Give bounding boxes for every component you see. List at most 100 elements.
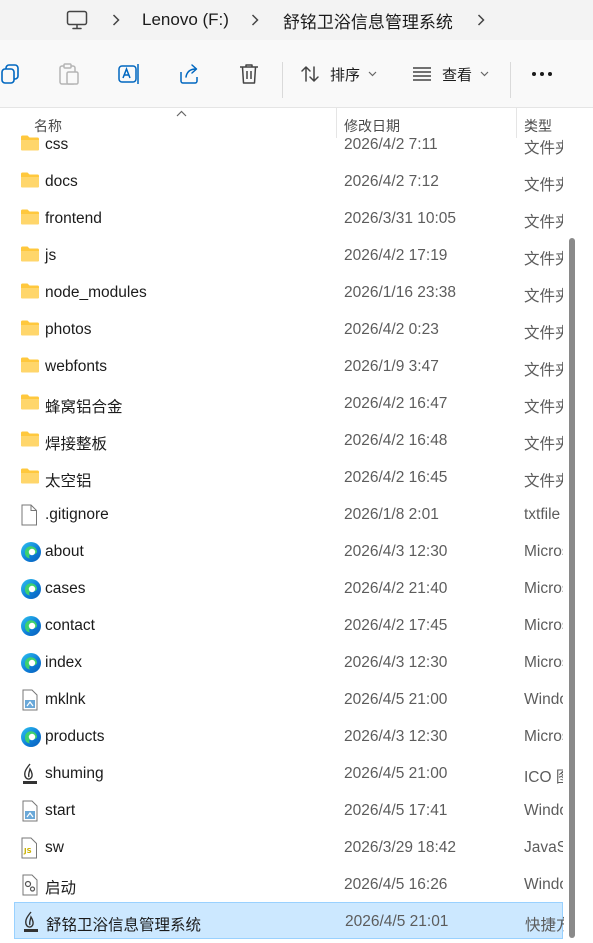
settings-file-icon xyxy=(20,874,40,896)
file-name: 舒铭卫浴信息管理系统 xyxy=(46,917,202,934)
file-row[interactable]: cases 2026/4/2 21:40 Microsoft xyxy=(14,570,563,607)
file-name: contact xyxy=(45,617,95,634)
javascript-file-icon: JS xyxy=(20,837,40,859)
folder-icon xyxy=(20,282,40,302)
file-name: js xyxy=(45,247,57,264)
share-button[interactable] xyxy=(174,54,204,94)
sort-button[interactable]: 排序 xyxy=(300,54,382,94)
file-row[interactable]: .gitignore 2026/1/8 2:01 txtfile xyxy=(14,496,563,533)
file-type: 文件夹 xyxy=(524,214,563,231)
file-date: 2026/4/3 12:30 xyxy=(344,543,448,560)
file-name: 蜂窝铝合金 xyxy=(45,399,123,416)
command-bar: 排序 查看 xyxy=(0,40,593,108)
file-row[interactable]: node_modules 2026/1/16 23:38 文件夹 xyxy=(14,274,563,311)
edge-browser-icon xyxy=(20,615,41,636)
folder-icon xyxy=(20,171,40,191)
file-date: 2026/4/2 21:40 xyxy=(344,580,448,597)
chevron-right-icon[interactable] xyxy=(251,14,261,26)
svg-text:JS: JS xyxy=(23,847,32,855)
edge-browser-icon xyxy=(20,652,41,673)
file-date: 2026/4/2 17:45 xyxy=(344,617,448,634)
breadcrumb-drive[interactable]: Lenovo (F:) xyxy=(142,10,229,30)
file-type: Windows xyxy=(524,691,563,708)
file-date: 2026/4/2 16:45 xyxy=(344,469,448,486)
file-name: docs xyxy=(45,173,78,190)
file-type: Microsoft xyxy=(524,580,563,597)
chevron-right-icon[interactable] xyxy=(477,14,487,26)
chevron-right-icon[interactable] xyxy=(112,14,122,26)
breadcrumb: Lenovo (F:) 舒铭卫浴信息管理系统 xyxy=(48,0,487,40)
rename-button[interactable] xyxy=(114,54,144,94)
file-row[interactable]: 蜂窝铝合金 2026/4/2 16:47 文件夹 xyxy=(14,385,563,422)
file-date: 2026/4/5 16:26 xyxy=(344,876,448,893)
file-type: Windows xyxy=(524,876,563,893)
view-button[interactable]: 查看 xyxy=(412,54,494,94)
file-type: Microsoft xyxy=(524,728,563,745)
file-row[interactable]: start 2026/4/5 17:41 Windows xyxy=(14,792,563,829)
file-date: 2026/3/31 10:05 xyxy=(344,210,457,227)
file-row[interactable]: shuming 2026/4/5 21:00 ICO 图片 xyxy=(14,755,563,792)
file-date: 2026/4/5 21:01 xyxy=(345,913,449,930)
folder-icon xyxy=(20,208,40,228)
app-logo-icon xyxy=(20,763,40,784)
this-pc-icon[interactable] xyxy=(66,10,88,30)
paste-button[interactable] xyxy=(54,54,84,94)
sort-ascending-icon xyxy=(176,104,187,122)
file-row[interactable]: frontend 2026/3/31 10:05 文件夹 xyxy=(14,200,563,237)
app-logo-icon xyxy=(21,911,41,932)
file-name: webfonts xyxy=(45,358,108,375)
file-row[interactable]: about 2026/4/3 12:30 Microsoft xyxy=(14,533,563,570)
chevron-down-icon xyxy=(480,71,489,77)
file-row[interactable]: 启动 2026/4/5 16:26 Windows xyxy=(14,866,563,903)
file-row[interactable]: 太空铝 2026/4/2 16:45 文件夹 xyxy=(14,459,563,496)
file-row[interactable]: js 2026/4/2 17:19 文件夹 xyxy=(14,237,563,274)
file-row[interactable]: 焊接整板 2026/4/2 16:48 文件夹 xyxy=(14,422,563,459)
edge-browser-icon xyxy=(20,541,41,562)
file-row[interactable]: JS sw 2026/3/29 18:42 JavaScript xyxy=(14,829,563,866)
file-row[interactable]: 舒铭卫浴信息管理系统 2026/4/5 21:01 快捷方式 xyxy=(14,902,564,939)
file-date: 2026/4/3 12:30 xyxy=(344,654,448,671)
file-type: 文件夹 xyxy=(524,399,563,416)
scrollbar-thumb[interactable] xyxy=(569,238,575,938)
more-button[interactable] xyxy=(528,54,556,94)
file-row[interactable]: photos 2026/4/2 0:23 文件夹 xyxy=(14,311,563,348)
script-file-icon xyxy=(20,800,40,822)
file-type: 文件夹 xyxy=(524,473,563,490)
file-row[interactable]: docs 2026/4/2 7:12 文件夹 xyxy=(14,163,563,200)
file-type: 文件夹 xyxy=(524,177,563,194)
file-date: 2026/4/3 12:30 xyxy=(344,728,448,745)
file-name: mklnk xyxy=(45,691,86,708)
file-name: 启动 xyxy=(45,880,77,897)
file-row[interactable]: webfonts 2026/1/9 3:47 文件夹 xyxy=(14,348,563,385)
breadcrumb-folder[interactable]: 舒铭卫浴信息管理系统 xyxy=(283,8,453,33)
file-date: 2026/4/5 21:00 xyxy=(344,765,448,782)
file-date: 2026/4/2 17:19 xyxy=(344,247,448,264)
file-row[interactable]: products 2026/4/3 12:30 Microsoft xyxy=(14,718,563,755)
file-type: 文件夹 xyxy=(524,325,563,342)
file-type: Microsoft xyxy=(524,617,563,634)
file-date: 2026/4/2 16:47 xyxy=(344,395,448,412)
file-row[interactable]: mklnk 2026/4/5 21:00 Windows xyxy=(14,681,563,718)
file-name: cases xyxy=(45,580,86,597)
script-file-icon xyxy=(20,689,40,711)
file-name: shuming xyxy=(45,765,104,782)
file-name: products xyxy=(45,728,105,745)
file-type: JavaScript xyxy=(524,839,563,856)
delete-button[interactable] xyxy=(234,54,264,94)
file-type: Microsoft xyxy=(524,654,563,671)
file-row[interactable]: css 2026/4/2 7:11 文件夹 xyxy=(14,126,563,163)
delete-icon xyxy=(239,63,259,85)
file-name: node_modules xyxy=(45,284,147,301)
toolbar-divider xyxy=(282,62,283,98)
view-icon xyxy=(412,66,432,82)
file-row[interactable]: contact 2026/4/2 17:45 Microsoft xyxy=(14,607,563,644)
chevron-down-icon xyxy=(368,71,377,77)
address-bar: Lenovo (F:) 舒铭卫浴信息管理系统 xyxy=(0,0,593,40)
file-name: 太空铝 xyxy=(45,473,92,490)
file-type: 快捷方式 xyxy=(525,917,564,934)
folder-icon xyxy=(20,134,40,154)
copy-button[interactable] xyxy=(0,54,26,94)
more-icon xyxy=(531,71,553,77)
toolbar-divider xyxy=(510,62,511,98)
file-row[interactable]: index 2026/4/3 12:30 Microsoft xyxy=(14,644,563,681)
